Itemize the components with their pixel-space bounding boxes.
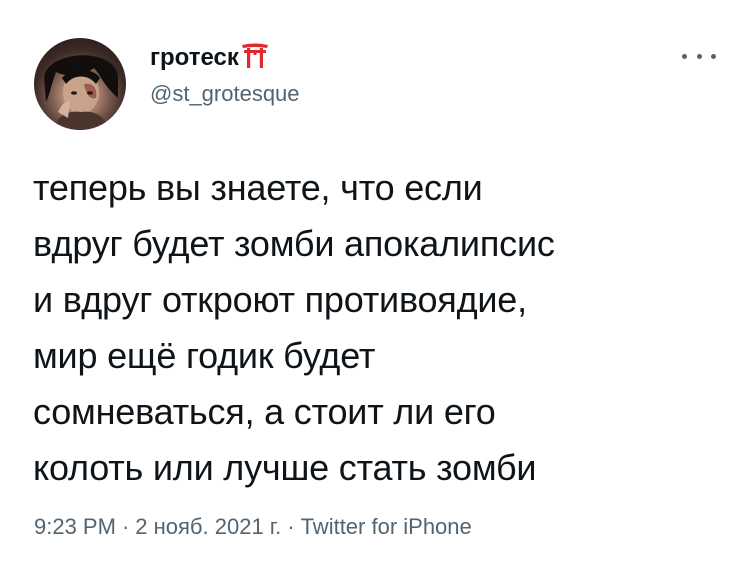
tweet-text: теперь вы знаете, что если вдруг будет з…	[33, 160, 723, 496]
torii-gate-icon	[241, 42, 269, 75]
tweet-text-line: сомневаться, а стоит ли его	[33, 391, 496, 432]
tweet-date[interactable]: 2 нояб. 2021 г.	[135, 514, 281, 539]
avatar[interactable]	[34, 38, 126, 130]
tweet-text-line: вдруг будет зомби апокалипсис	[33, 223, 555, 264]
meta-separator: ·	[121, 514, 130, 539]
tweet-text-line: колоть или лучше стать зомби	[33, 447, 537, 488]
tweet-meta: 9:23 PM · 2 нояб. 2021 г. · Twitter for iPho…	[34, 512, 472, 542]
author-display-name-text: гротеск	[150, 44, 239, 71]
tweet-source[interactable]: Twitter for iPhone	[301, 514, 472, 539]
avatar-image	[44, 55, 118, 130]
tweet-text-line: мир ещё годик будет	[33, 335, 376, 376]
tweet-text-line: теперь вы знаете, что если	[33, 167, 483, 208]
more-horizontal-icon-dot	[711, 53, 716, 59]
tweet-time[interactable]: 9:23 PM	[34, 514, 116, 539]
more-horizontal-icon-dot	[696, 53, 702, 59]
more-options-button[interactable]	[682, 46, 716, 66]
tweet-author: гротеск @st_grotesque	[150, 42, 300, 106]
tweet-text-line: и вдруг откроют противоядие,	[33, 279, 527, 320]
author-handle[interactable]: @st_grotesque	[150, 81, 300, 107]
author-display-name[interactable]: гротеск	[150, 42, 300, 75]
meta-separator: ·	[287, 514, 295, 539]
more-horizontal-icon-dot	[682, 53, 687, 59]
tweet-card: гротеск @st_grotesque теперь вы знаете, …	[0, 0, 750, 571]
